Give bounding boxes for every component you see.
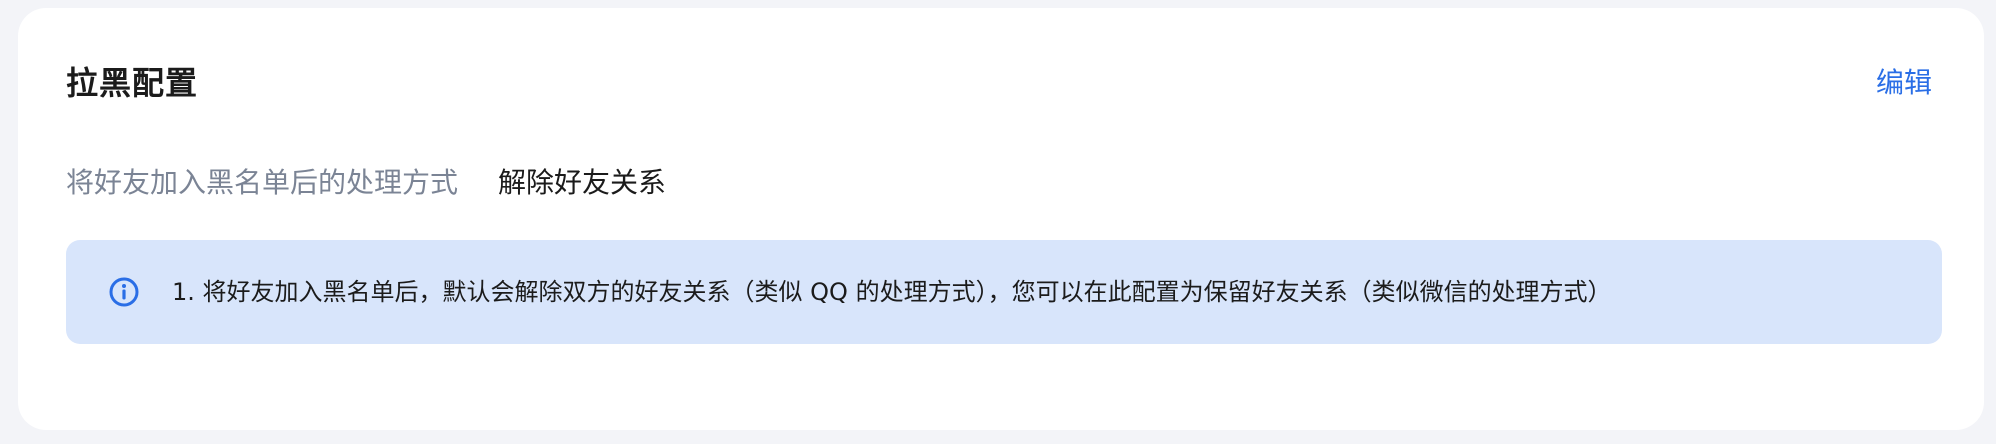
blacklist-handling-field: 将好友加入黑名单后的处理方式 解除好友关系 — [66, 158, 666, 208]
info-notice: 1. 将好友加入黑名单后，默认会解除双方的好友关系（类似 QQ 的处理方式），您… — [66, 240, 1942, 344]
edit-button[interactable]: 编辑 — [1876, 60, 1932, 106]
field-value: 解除好友关系 — [498, 166, 667, 199]
blacklist-config-card: 拉黑配置 编辑 将好友加入黑名单后的处理方式 解除好友关系 1. 将好友加入黑名… — [18, 8, 1984, 430]
field-label: 将好友加入黑名单后的处理方式 — [66, 166, 459, 199]
info-icon — [108, 276, 140, 308]
notice-text: 1. 将好友加入黑名单后，默认会解除双方的好友关系（类似 QQ 的处理方式），您… — [172, 278, 1612, 306]
card-title: 拉黑配置 — [66, 64, 199, 102]
